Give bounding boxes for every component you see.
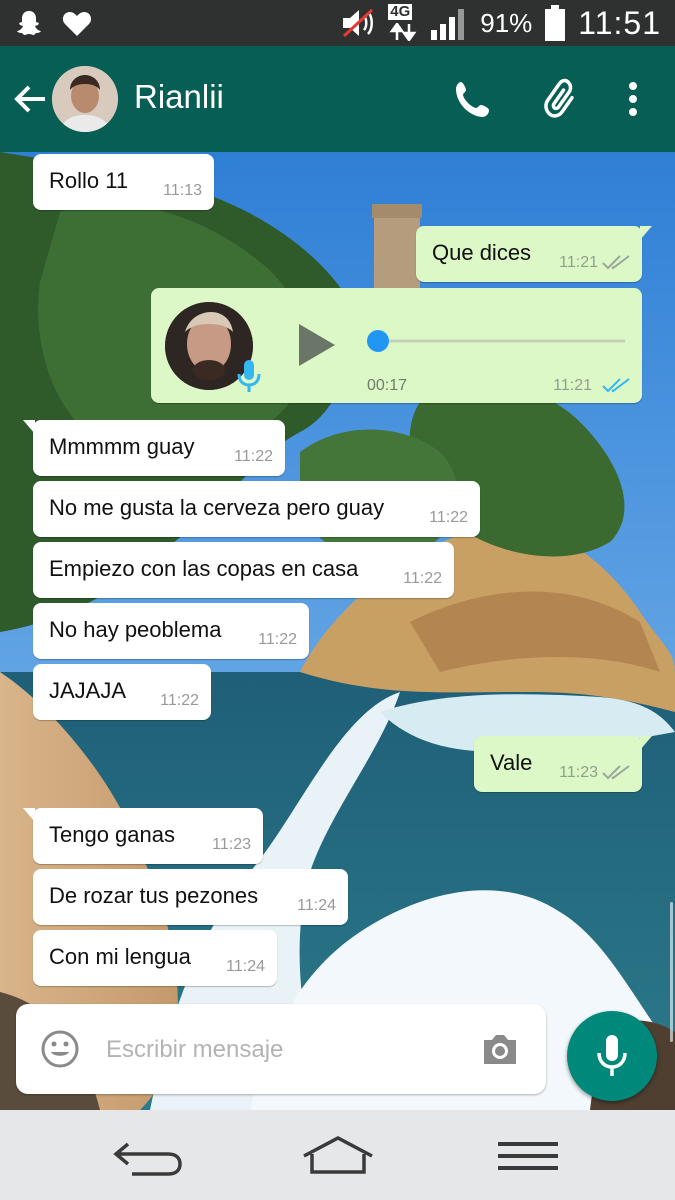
status-bar: 4G 91% 11:51 [0,0,675,46]
double-check-icon [602,255,630,270]
message-bubble[interactable]: Con mi lengua 11:24 [33,930,277,986]
attach-icon[interactable] [538,78,580,120]
mic-icon [597,1035,627,1076]
message-time: 11:23 [212,836,251,853]
scrollbar[interactable] [670,902,673,1042]
clock: 11:51 [578,4,661,41]
heart-icon [62,12,92,36]
message-text: Con mi lengua [49,944,191,969]
message-bubble[interactable]: No hay peoblema 11:22 [33,603,309,659]
message-time: 11:22 [234,448,273,465]
message-bubble[interactable]: Mmmmm guay 11:22 [23,420,285,476]
message-time: 11:21 [559,254,598,271]
voice-duration: 00:17 [367,377,408,394]
message-time: 11:13 [163,182,202,199]
message-text: De rozar tus pezones [49,883,259,908]
message-text: Vale [490,750,533,775]
message-bubble[interactable]: No me gusta la cerveza pero guay 11:22 [33,481,480,537]
message-input[interactable]: Escribir mensaje [106,1036,283,1064]
snapchat-icon [17,11,41,35]
message-text: No me gusta la cerveza pero guay [49,495,385,520]
chat-header: Rianlii [0,46,675,152]
message-composer[interactable]: Escribir mensaje [16,1004,546,1094]
more-icon[interactable] [612,78,654,120]
double-check-icon [602,765,630,780]
nav-back-icon[interactable] [108,1134,188,1178]
voice-message[interactable]: 00:17 11:21 [151,288,642,403]
back-arrow-icon[interactable] [12,81,48,117]
mute-icon [343,8,374,38]
battery-percent: 91% [480,7,533,38]
message-text: Que dices [432,240,532,265]
emoji-icon[interactable] [40,1029,80,1069]
double-check-icon [602,378,630,393]
message-bubble[interactable]: Rollo 11 11:13 [33,154,214,210]
message-text: Tengo ganas [49,822,175,847]
play-icon[interactable] [295,322,337,368]
phone-icon[interactable] [452,78,494,120]
mic-button[interactable] [567,1011,657,1101]
network-type: 4G [388,3,413,20]
message-text: Mmmmm guay [49,434,195,459]
message-time: 11:22 [160,692,199,709]
message-time: 11:24 [226,958,265,975]
contact-avatar[interactable] [52,66,118,132]
message-text: JAJAJA [49,678,127,703]
audio-seekbar[interactable] [357,326,627,356]
message-text: Empiezo con las copas en casa [49,556,359,581]
battery-icon [545,5,566,41]
chat-area[interactable]: Rollo 11 11:13 Que dices 11:21 00:17 11:… [0,152,675,1110]
message-bubble[interactable]: Vale 11:23 [474,736,652,792]
nav-home-icon[interactable] [298,1134,378,1178]
android-nav-bar [0,1110,675,1200]
message-text: Rollo 11 [49,168,129,193]
nav-menu-icon[interactable] [488,1134,568,1178]
message-bubble[interactable]: Empiezo con las copas en casa 11:22 [33,542,454,598]
message-time: 11:22 [258,631,297,648]
data-arrows-icon [389,23,417,41]
camera-icon[interactable] [480,1032,520,1066]
message-bubble[interactable]: De rozar tus pezones 11:24 [33,869,348,925]
message-bubble[interactable]: JAJAJA 11:22 [33,664,211,720]
message-time: 11:24 [297,897,336,914]
message-time: 11:21 [553,377,592,394]
message-time: 11:23 [559,764,598,781]
message-text: No hay peoblema [49,617,222,642]
message-time: 11:22 [429,509,468,526]
contact-name[interactable]: Rianlii [134,78,224,116]
signal-icon [431,9,465,40]
message-time: 11:22 [403,570,442,587]
message-bubble[interactable]: Tengo ganas 11:23 [23,808,263,864]
mic-icon [237,360,261,392]
message-bubble[interactable]: Que dices 11:21 [416,226,652,282]
